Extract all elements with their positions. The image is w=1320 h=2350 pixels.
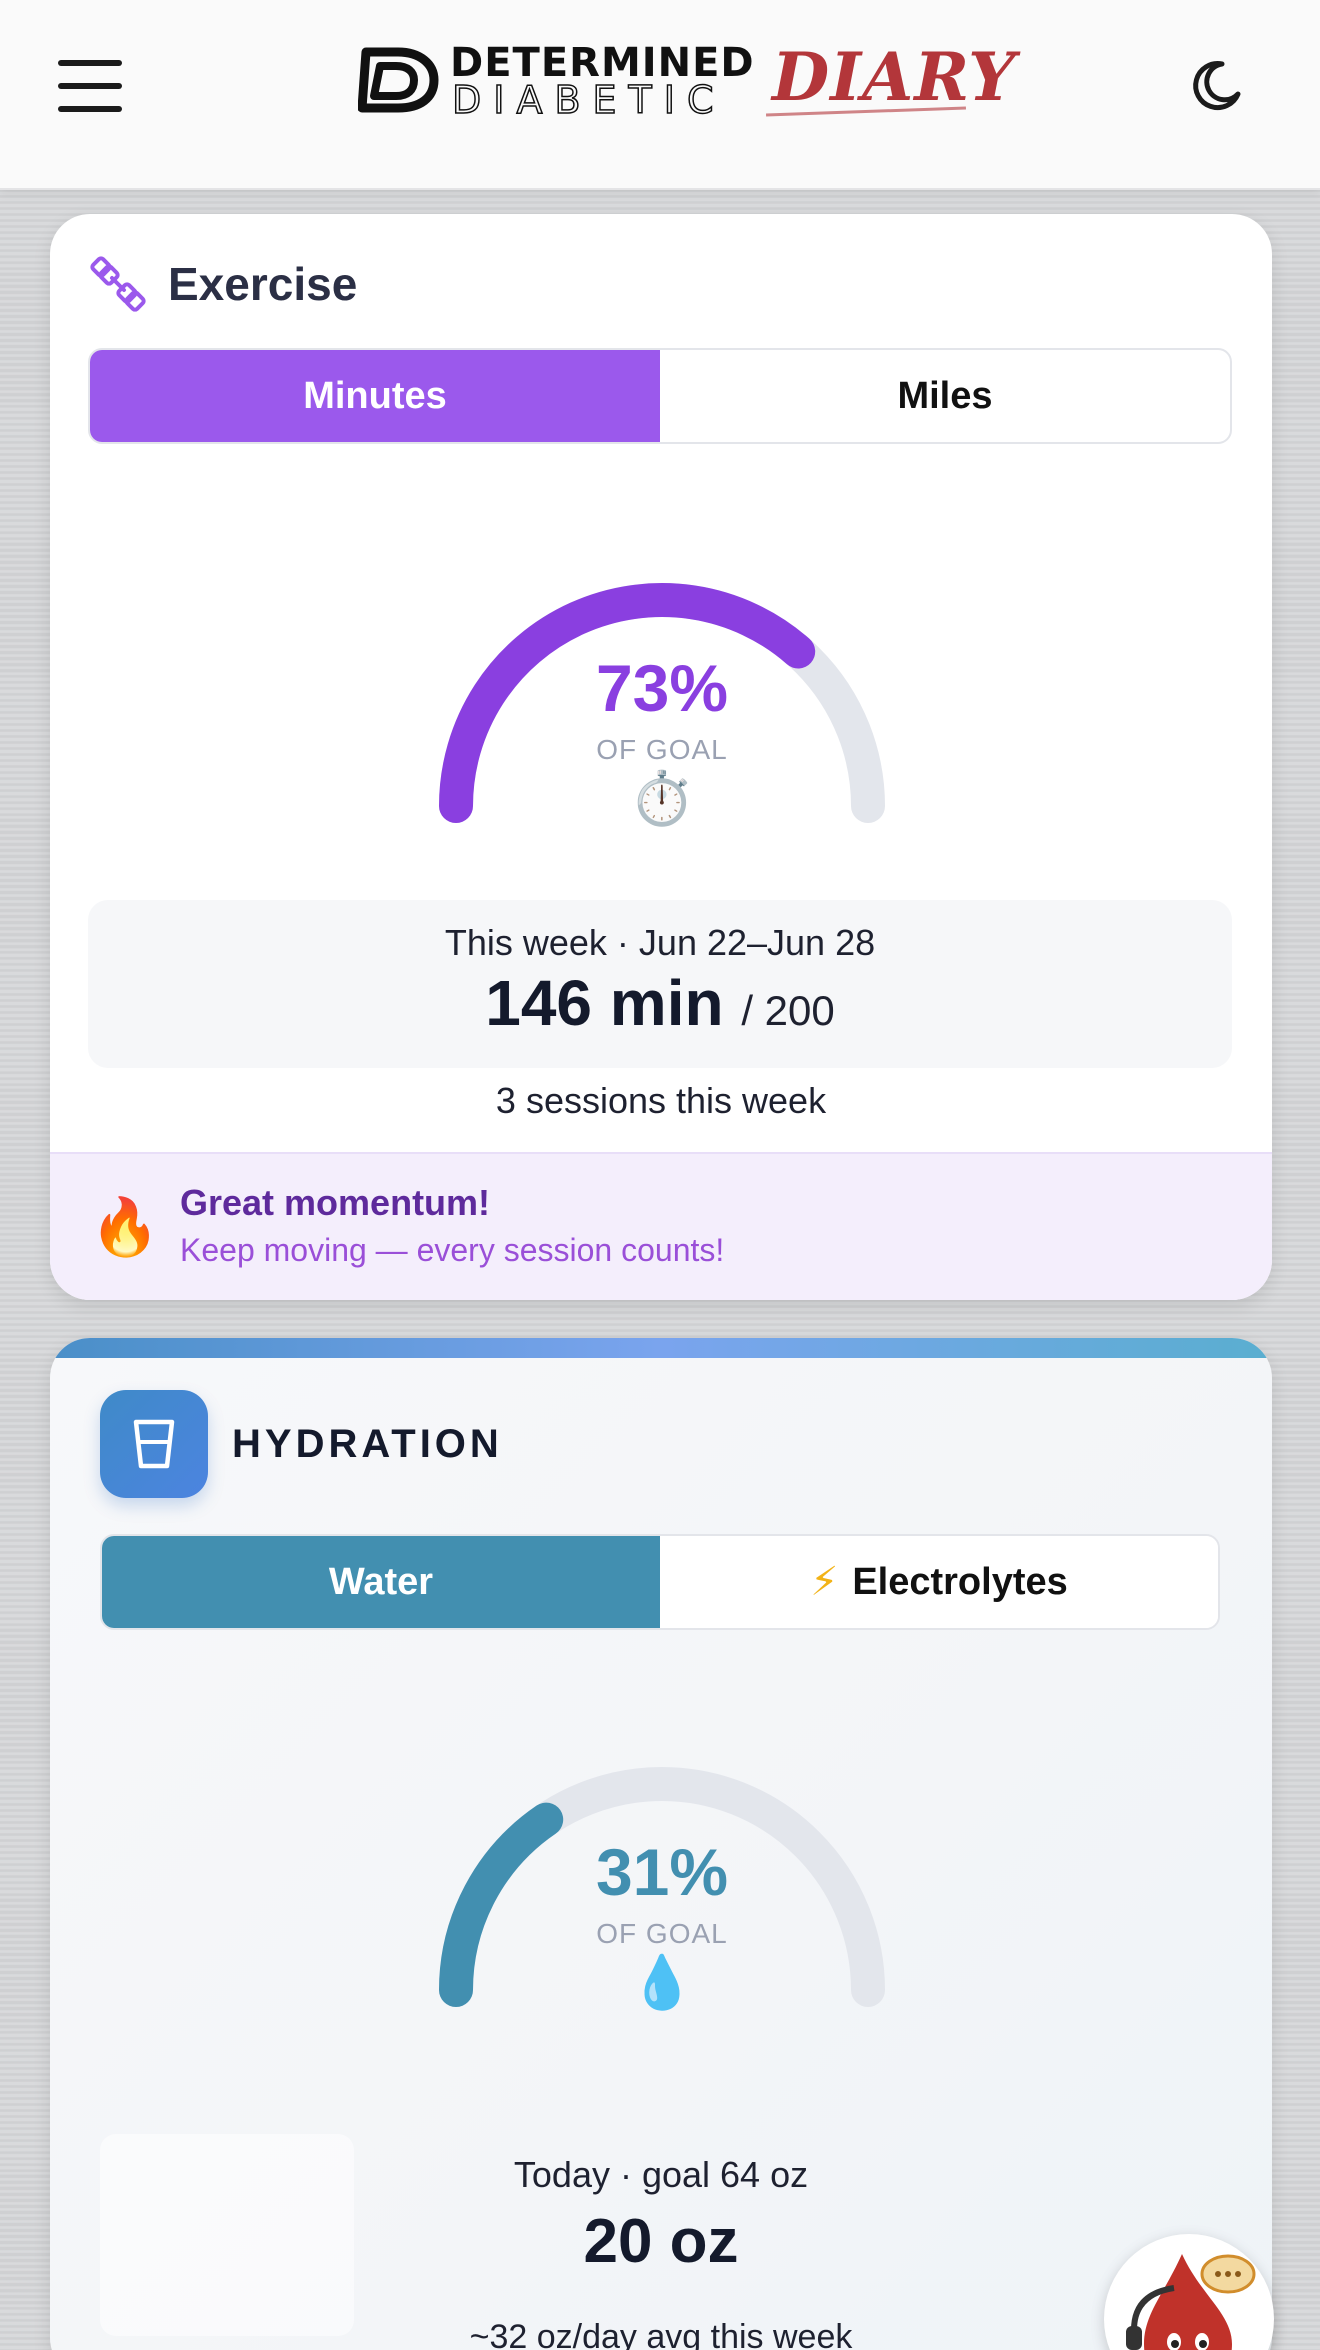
tab-electrolytes-label: Electrolytes <box>852 1560 1068 1603</box>
tab-electrolytes[interactable]: ⚡ Electrolytes <box>660 1536 1218 1628</box>
week-minutes: 146 min <box>485 967 724 1039</box>
weekly-average: ~32 oz/day avg this week <box>469 2318 853 2350</box>
exercise-unit-toggle: Minutes Miles <box>88 348 1232 444</box>
stopwatch-icon: ⏱️ <box>629 770 695 828</box>
week-goal: / 200 <box>741 987 835 1034</box>
week-label: This week · Jun 22–Jun 28 <box>444 922 876 963</box>
tab-minutes[interactable]: Minutes <box>90 350 660 442</box>
app-header: DETERMINED DIABETIC DIARY <box>0 0 1320 190</box>
tab-miles[interactable]: Miles <box>660 350 1230 442</box>
hamburger-icon <box>58 60 122 66</box>
lightning-icon: ⚡ <box>810 1560 839 1604</box>
logo-mark-icon <box>358 47 439 113</box>
hydration-card: HYDRATION Water ⚡ Electrolytes 31% OF GO… <box>50 1338 1272 2350</box>
fire-icon: 🔥 <box>90 1195 160 1258</box>
glass-icon <box>100 1390 208 1498</box>
week-summary: This week · Jun 22–Jun 28 146 min / 200 <box>88 900 1232 1068</box>
hydration-type-toggle: Water ⚡ Electrolytes <box>100 1534 1220 1630</box>
moon-icon[interactable] <box>1188 58 1244 114</box>
glass-icon-svg <box>133 1419 175 1469</box>
hydration-accent-bar <box>50 1338 1272 1358</box>
sessions-count: 3 sessions this week <box>495 1080 827 1121</box>
exercise-percent: 73% <box>595 651 729 725</box>
exercise-card: Exercise Minutes Miles 73% OF GOAL ⏱️ Th… <box>50 214 1272 1300</box>
droplet-icon: 💧 <box>629 1954 695 2012</box>
exercise-title: Exercise <box>168 258 358 310</box>
week-value: 146 min / 200 <box>88 966 1232 1040</box>
logo-word-diabetic: DIABETIC <box>451 77 726 123</box>
hydration-percent: 31% <box>595 1835 729 1909</box>
today-value: 20 oz <box>583 2207 739 2276</box>
hamburger-line <box>58 83 122 89</box>
menu-button[interactable] <box>58 60 122 112</box>
exercise-of-goal: OF GOAL <box>596 734 728 765</box>
logo-word-diary: DIARY <box>772 38 1017 116</box>
exercise-title-row: Exercise <box>88 254 357 314</box>
today-label: Today · goal 64 oz <box>513 2154 809 2195</box>
momentum-subtitle: Keep moving — every session counts! <box>180 1232 725 1268</box>
tab-water[interactable]: Water <box>102 1536 660 1628</box>
hydration-gauge: 31% OF GOAL 💧 <box>422 1738 902 2038</box>
hydration-title: HYDRATION <box>232 1422 503 1466</box>
hydration-of-goal: OF GOAL <box>596 1918 728 1949</box>
app-logo[interactable]: DETERMINED DIABETIC DIARY <box>358 38 1015 123</box>
momentum-title: Great momentum! <box>180 1182 491 1223</box>
dumbbell-icon <box>90 256 146 312</box>
hamburger-line <box>58 106 122 112</box>
exercise-gauge: 73% OF GOAL ⏱️ <box>422 554 902 854</box>
momentum-banner: 🔥 Great momentum! Keep moving — every se… <box>50 1152 1272 1300</box>
